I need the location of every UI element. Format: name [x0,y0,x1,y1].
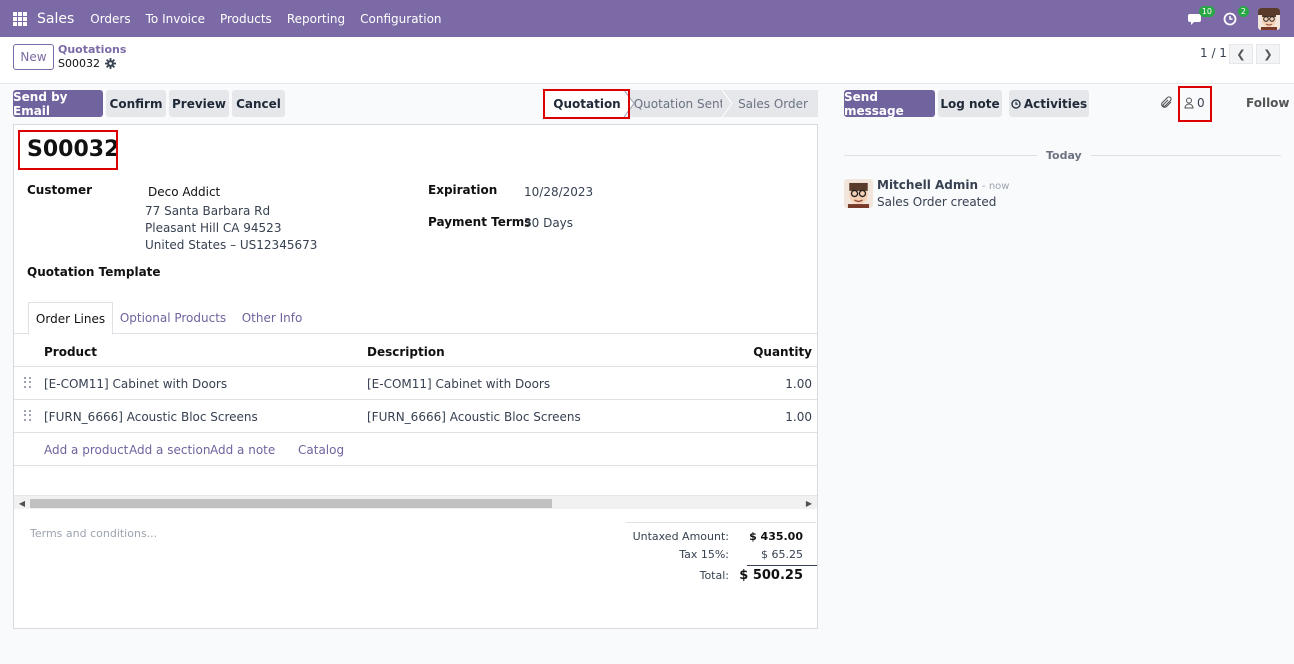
row-description[interactable]: [E-COM11] Cabinet with Doors [367,377,550,391]
activities-badge: 2 [1237,5,1249,17]
table-row[interactable]: [E-COM11] Cabinet with Doors [E-COM11] C… [14,367,817,400]
activities-button[interactable]: Activities [1009,90,1089,117]
scroll-thumb[interactable] [30,499,552,508]
tab-order-lines[interactable]: Order Lines [28,302,113,335]
breadcrumb-quotations[interactable]: Quotations [58,43,126,56]
order-lines-header: Product Description Quantity [14,335,817,367]
menu-item-products[interactable]: Products [220,12,272,26]
followers-highlight-box [1178,86,1212,122]
payment-terms-label: Payment Terms [428,215,532,229]
table-row[interactable]: [FURN_6666] Acoustic Bloc Screens [FURN_… [14,400,817,433]
paperclip-icon[interactable] [1160,96,1173,113]
customer-address-line: 77 Santa Barbara Rd [145,204,271,218]
customer-name[interactable]: Deco Addict [148,185,220,199]
customer-label: Customer [27,183,93,197]
new-button[interactable]: New [13,44,54,70]
expiration-field[interactable]: 10/28/2023 [524,185,593,199]
customer-address-line: United States – US12345673 [145,238,318,252]
row-quantity[interactable]: 1.00 [785,377,812,391]
total-divider [747,565,817,566]
column-quantity[interactable]: Quantity [753,345,812,359]
pager-next-button[interactable]: ❯ [1256,44,1280,64]
cancel-button[interactable]: Cancel [232,90,285,117]
pager-value[interactable]: 1 / 1 [1200,46,1227,60]
catalog-link[interactable]: Catalog [298,443,344,457]
activity-menu[interactable]: 2 [1220,5,1249,29]
message-header: Mitchell Admin - now [877,178,1009,192]
user-avatar[interactable] [1258,7,1280,30]
status-bar: Quotation Sent Sales Order Quotation [543,89,818,119]
messages-badge: 10 [1198,5,1215,17]
add-note-link[interactable]: Add a note [210,443,275,457]
drag-handle-icon[interactable] [24,377,32,389]
message-author[interactable]: Mitchell Admin [877,178,978,192]
terms-field[interactable]: Terms and conditions... [30,527,157,540]
status-quotation-sent[interactable]: Quotation Sent [630,90,728,117]
app-brand[interactable]: Sales [37,11,74,27]
clock-icon [1223,12,1237,25]
log-note-button[interactable]: Log note [938,90,1002,117]
row-product[interactable]: [E-COM11] Cabinet with Doors [44,377,227,391]
row-description[interactable]: [FURN_6666] Acoustic Bloc Screens [367,410,581,424]
clock-icon [1011,98,1021,109]
untaxed-amount-value: $ 435.00 [749,530,803,543]
order-name-highlight-box [18,130,118,170]
scroll-left-icon[interactable]: ◀ [16,497,28,509]
main-menu: Orders To Invoice Products Reporting Con… [90,12,456,26]
customer-address-line: Pleasant Hill CA 94523 [145,221,282,235]
add-product-link[interactable]: Add a product [44,443,128,457]
column-description[interactable]: Description [367,345,445,359]
activities-label: Activities [1023,96,1088,111]
untaxed-amount-label: Untaxed Amount: [632,530,729,543]
breadcrumb-current: S00032 [58,57,116,70]
send-message-button[interactable]: Send message [844,90,935,118]
tax-label: Tax 15%: [679,548,729,561]
tab-other-info[interactable]: Other Info [238,302,306,334]
scroll-right-icon[interactable]: ▶ [803,497,815,509]
total-label: Total: [699,569,729,582]
pager-previous-button[interactable]: ❮ [1229,44,1253,64]
status-sales-order[interactable]: Sales Order [728,90,818,117]
message-time: - now [982,181,1010,192]
notebook-tabs: Order Lines Optional Products Other Info [14,302,817,335]
menu-item-to-invoice[interactable]: To Invoice [146,12,205,26]
chevron-left-icon: ❮ [1236,47,1246,61]
preview-button[interactable]: Preview [169,90,229,117]
message-body: Sales Order created [877,195,997,209]
quotation-template-label: Quotation Template [27,265,161,279]
row-quantity[interactable]: 1.00 [785,410,812,424]
add-line-row: Add a product Add a section Add a note C… [14,433,817,466]
menu-item-orders[interactable]: Orders [90,12,130,26]
tab-optional-products[interactable]: Optional Products [118,302,228,334]
form-sheet: S00032 Customer Deco Addict 77 Santa Bar… [13,124,818,629]
breadcrumb-current-label: S00032 [58,57,100,70]
send-by-email-button[interactable]: Send by Email [13,90,103,118]
messaging-menu[interactable]: 10 [1186,5,1215,29]
menu-item-reporting[interactable]: Reporting [287,12,345,26]
add-section-link[interactable]: Add a section [129,443,210,457]
date-separator-label: Today [1037,149,1091,162]
total-value: $ 500.25 [739,568,803,583]
confirm-button[interactable]: Confirm [106,90,166,117]
systray: 10 2 [1186,0,1294,37]
tax-value: $ 65.25 [761,548,803,561]
apps-menu-icon[interactable] [13,11,27,26]
author-avatar[interactable] [844,179,873,208]
status-highlight-box [543,89,630,119]
top-navbar: Sales Orders To Invoice Products Reporti… [0,0,1294,37]
chevron-right-icon: ❯ [1263,47,1273,61]
drag-handle-icon[interactable] [24,410,32,422]
payment-terms-field[interactable]: 30 Days [524,216,573,230]
follow-button[interactable]: Follow [1246,96,1290,110]
row-product[interactable]: [FURN_6666] Acoustic Bloc Screens [44,410,258,424]
control-panel: New Quotations S00032 1 / 1 ❮ ❯ [0,37,1294,84]
expiration-label: Expiration [428,183,498,197]
gear-icon[interactable] [104,58,116,69]
horizontal-scrollbar[interactable]: ◀ ▶ [14,495,817,509]
totals-divider [626,522,816,523]
status-arrow-icon [722,90,733,117]
column-product[interactable]: Product [44,345,97,359]
menu-item-configuration[interactable]: Configuration [360,12,441,26]
